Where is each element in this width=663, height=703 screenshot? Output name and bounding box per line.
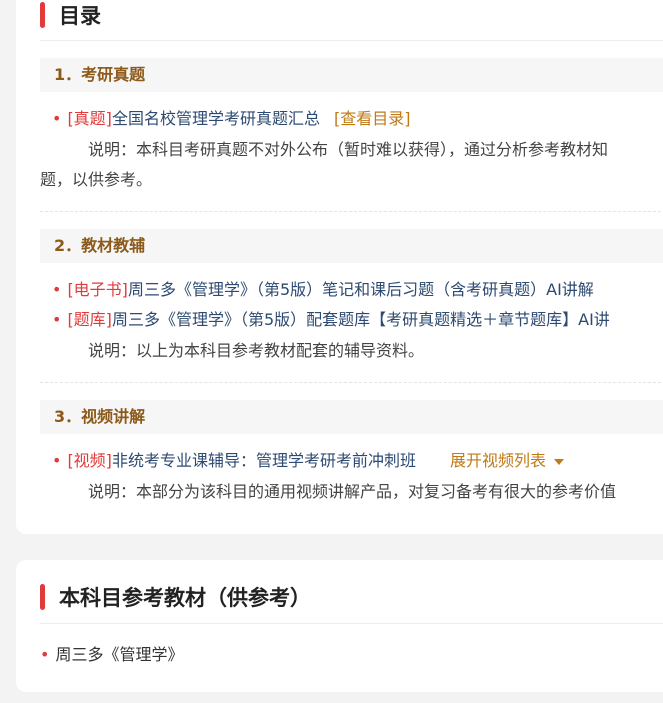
references-title: 本科目参考教材（供参考） [59, 586, 311, 610]
bullet-icon: • [40, 645, 50, 664]
heading-accent-bar [40, 584, 45, 610]
view-toc-link[interactable]: [查看目录] [334, 109, 411, 128]
bullet-icon: • [52, 109, 62, 128]
divider [40, 623, 663, 624]
section-title-3: 3．视频讲解 [40, 400, 663, 434]
bullet-icon: • [52, 451, 62, 470]
list-item[interactable]: • [题库]周三多《管理学》（第5版）配套题库【考研真题精选＋章节题库】AI讲 [52, 308, 610, 332]
item-link[interactable]: 全国名校管理学考研真题汇总 [112, 109, 320, 128]
caret-down-icon [553, 458, 564, 465]
section-title-1: 1．考研真题 [40, 58, 663, 92]
divider [40, 211, 663, 212]
bullet-icon: • [52, 310, 62, 329]
bullet-icon: • [52, 280, 62, 299]
divider [40, 40, 663, 41]
item-tag: [电子书] [67, 280, 128, 299]
section-note: 说明：以上为本科目参考教材配套的辅导资料。 [88, 341, 425, 360]
references-card: 本科目参考教材（供参考） • 周三多《管理学》 [16, 560, 663, 692]
divider [40, 382, 663, 383]
toc-heading: 目录 [40, 0, 101, 30]
expand-video-list-label: 展开视频列表 [449, 451, 546, 470]
item-link[interactable]: 周三多《管理学》（第5版）配套题库【考研真题精选＋章节题库】AI讲 [112, 310, 610, 329]
section-title-2: 2．教材教辅 [40, 229, 663, 263]
list-item[interactable]: • [电子书]周三多《管理学》（第5版）笔记和课后习题（含考研真题）AI讲解 [52, 278, 594, 302]
item-link[interactable]: 周三多《管理学》（第5版）笔记和课后习题（含考研真题）AI讲解 [128, 280, 594, 299]
expand-video-list-button[interactable]: 展开视频列表 [450, 451, 564, 470]
heading-accent-bar [40, 2, 45, 28]
list-item[interactable]: • [真题]全国名校管理学考研真题汇总 [查看目录] [52, 107, 410, 131]
item-tag: [题库] [67, 310, 112, 329]
list-item[interactable]: • [视频]非统考专业课辅导：管理学考研考前冲刺班 展开视频列表 [52, 449, 564, 473]
item-link[interactable]: 非统考专业课辅导：管理学考研考前冲刺班 [112, 451, 416, 470]
toc-title: 目录 [59, 4, 101, 28]
section-note: 说明：本科目考研真题不对外公布（暂时难以获得），通过分析参考教材知 [88, 140, 609, 159]
section-note-cont: 题，以供参考。 [40, 170, 153, 189]
toc-card: 目录 1．考研真题 • [真题]全国名校管理学考研真题汇总 [查看目录] 说明：本科… [16, 0, 663, 534]
item-tag: [视频] [67, 451, 112, 470]
item-tag: [真题] [67, 109, 112, 128]
references-heading: 本科目参考教材（供参考） [40, 582, 311, 612]
section-note: 说明：本部分为该科目的通用视频讲解产品，对复习备考有很大的参考价值 [88, 482, 617, 501]
list-item: • 周三多《管理学》 [40, 643, 183, 667]
reference-text: 周三多《管理学》 [55, 645, 184, 664]
